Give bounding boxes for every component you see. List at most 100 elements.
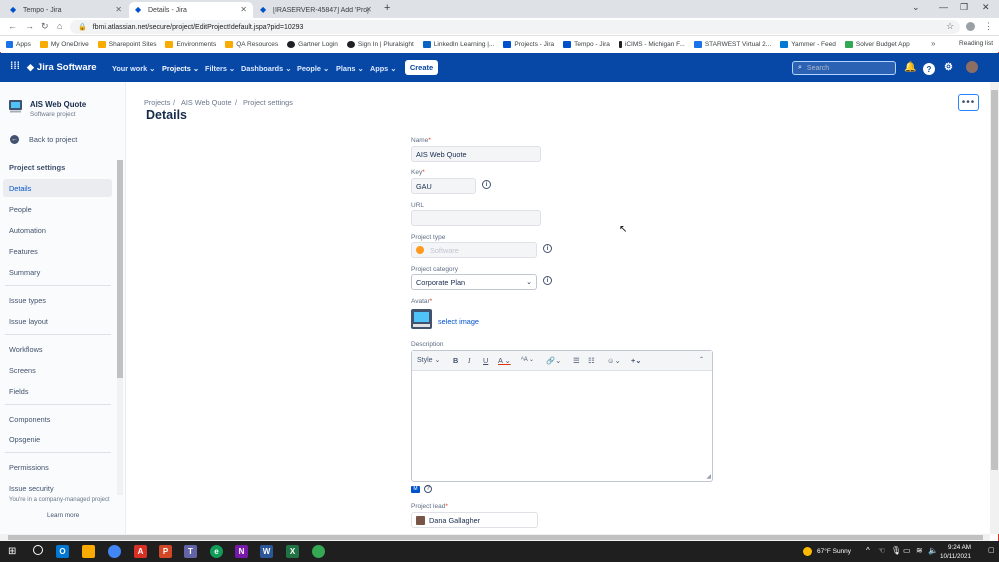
close-tab-icon[interactable]: ✕ — [115, 5, 122, 14]
select-image-link[interactable]: select image — [438, 317, 479, 326]
sidebar-item-screens[interactable]: Screens — [9, 366, 36, 375]
bookmark-item[interactable]: Tempo - Jira — [563, 40, 610, 48]
notification-center-icon[interactable]: ▢ — [988, 546, 995, 554]
sidebar-item-opsgenie[interactable]: Opsgenie — [9, 435, 40, 444]
scrollbar-thumb[interactable] — [8, 535, 983, 540]
restore-icon[interactable]: ❐ — [960, 2, 968, 13]
help-icon[interactable]: ? — [424, 485, 432, 493]
sidebar-item-issue-layout[interactable]: Issue layout — [9, 317, 48, 326]
resize-handle-icon[interactable]: ◢ — [706, 473, 711, 480]
chevron-up-icon[interactable]: ^ — [866, 546, 870, 555]
nav-your-work[interactable]: Your work ⌄ — [112, 64, 155, 73]
notifications-icon[interactable]: 🔔 — [904, 62, 916, 73]
collapse-toolbar-icon[interactable]: ⌃ — [699, 356, 704, 363]
create-button[interactable]: Create — [405, 60, 438, 75]
more-bookmarks-icon[interactable]: » — [931, 39, 935, 48]
back-arrow-icon[interactable]: ← — [8, 21, 17, 31]
bookmark-item[interactable]: Sharepoint Sites — [97, 40, 156, 48]
home-icon[interactable]: ⌂ — [57, 21, 62, 31]
wifi-icon[interactable]: ≋ — [916, 546, 923, 555]
bookmark-item[interactable]: Sign In | Pluralsight — [346, 40, 414, 48]
bullet-list-icon[interactable]: ☰ — [573, 356, 580, 365]
bookmark-item[interactable]: STARWEST Virtual 2... — [693, 40, 771, 48]
underline-icon[interactable]: U — [483, 356, 488, 365]
page-horizontal-scrollbar[interactable] — [0, 534, 990, 541]
tab-jiraserver[interactable]: ◆ [IRASERVER-45847] Add 'Project ✕ — [254, 2, 378, 18]
settings-gear-icon[interactable]: ⚙ — [944, 62, 953, 73]
learn-more-link[interactable]: Learn more — [47, 512, 79, 519]
breadcrumb-settings[interactable]: Project settings — [243, 98, 293, 107]
numbered-list-icon[interactable]: ☷ — [588, 356, 595, 365]
sidebar-item-issue-security[interactable]: Issue security — [9, 484, 54, 493]
app-icon[interactable] — [312, 545, 325, 558]
bookmark-apps[interactable]: Apps — [6, 40, 31, 48]
nav-dashboards[interactable]: Dashboards ⌄ — [241, 64, 291, 73]
sidebar-item-automation[interactable]: Automation — [9, 226, 46, 235]
file-explorer-icon[interactable] — [82, 545, 95, 558]
nav-filters[interactable]: Filters ⌄ — [205, 64, 235, 73]
help-icon[interactable]: ? — [923, 63, 935, 75]
sidebar-scrollbar[interactable] — [117, 160, 123, 495]
excel-icon[interactable]: X — [286, 545, 299, 558]
microphone-icon[interactable]: 🎙 — [891, 546, 901, 555]
sidebar-item-components[interactable]: Components — [9, 415, 50, 424]
nav-apps[interactable]: Apps ⌄ — [370, 64, 396, 73]
bookmark-item[interactable]: iCIMS - Michigan F... — [618, 40, 685, 48]
nav-people[interactable]: People ⌄ — [297, 64, 329, 73]
tab-search-icon[interactable]: ⌄ — [912, 2, 920, 13]
markdown-icon[interactable]: M — [411, 485, 420, 493]
reload-icon[interactable]: ↻ — [41, 21, 49, 32]
new-tab-icon[interactable]: + — [384, 2, 390, 14]
forward-arrow-icon[interactable]: → — [25, 21, 34, 31]
sidebar-item-people[interactable]: People — [9, 205, 32, 214]
bookmark-item[interactable]: Solver Budget App — [844, 40, 910, 48]
nav-plans[interactable]: Plans ⌄ — [336, 64, 364, 73]
emoji-icon[interactable]: ☺⌄ — [607, 356, 621, 365]
bold-icon[interactable]: B — [453, 356, 458, 365]
battery-icon[interactable]: ▭ — [903, 546, 911, 555]
tab-tempo[interactable]: ◆ Tempo - Jira ✕ — [4, 2, 128, 18]
bookmark-item[interactable]: Gartner Login — [287, 40, 338, 48]
scrollbar-thumb[interactable] — [991, 90, 998, 470]
more-formatting-icon[interactable]: ᴬA ⌄ — [521, 356, 534, 363]
name-field[interactable]: AIS Web Quote — [411, 146, 541, 162]
user-avatar[interactable] — [966, 61, 978, 73]
bookmark-item[interactable]: Yammer - Feed — [780, 40, 836, 48]
style-dropdown[interactable]: Style ⌄ — [417, 356, 440, 364]
jira-logo[interactable]: ◆ Jira Software — [27, 62, 97, 73]
project-avatar-image[interactable] — [411, 309, 432, 329]
project-lead-field[interactable]: Dana Gallagher — [411, 512, 538, 528]
touch-icon[interactable]: ☜ — [878, 546, 885, 555]
more-actions-button[interactable]: ••• — [958, 94, 979, 111]
edge-icon[interactable]: e — [210, 545, 223, 558]
outlook-icon[interactable]: O — [56, 545, 69, 558]
url-input[interactable]: 🔒 fbmi.atlassian.net/secure/project/Edit… — [70, 20, 960, 34]
chrome-icon[interactable] — [108, 545, 121, 558]
link-icon[interactable]: 🔗⌄ — [546, 356, 561, 365]
weather-widget[interactable]: 67°F Sunny — [803, 547, 851, 556]
acrobat-icon[interactable]: A — [134, 545, 147, 558]
bookmark-item[interactable]: QA Resources — [225, 40, 278, 48]
scrollbar-thumb[interactable] — [117, 160, 123, 378]
menu-kebab-icon[interactable]: ⋮ — [984, 21, 993, 32]
breadcrumb-projects[interactable]: Projects — [144, 98, 170, 107]
url-field[interactable] — [411, 210, 541, 226]
info-icon[interactable]: i — [482, 180, 491, 189]
search-icon[interactable] — [33, 545, 43, 555]
info-icon[interactable]: i — [543, 244, 552, 253]
sidebar-item-workflows[interactable]: Workflows — [9, 345, 43, 354]
close-tab-icon[interactable]: ✕ — [240, 5, 247, 14]
clock[interactable]: 9:24 AM 10/11/2021 — [940, 543, 971, 561]
volume-icon[interactable]: 🔈 — [928, 546, 938, 555]
minimize-icon[interactable]: — — [939, 2, 948, 12]
page-vertical-scrollbar[interactable] — [990, 82, 999, 534]
profile-icon[interactable] — [966, 22, 975, 31]
description-editor[interactable]: Style ⌄ B I U A ⌄ ᴬA ⌄ 🔗⌄ ☰ ☷ ☺⌄ +⌄ ⌃ ◢ — [411, 350, 713, 482]
insert-plus-icon[interactable]: +⌄ — [631, 356, 641, 365]
powerpoint-icon[interactable]: P — [159, 545, 172, 558]
windows-start-icon[interactable]: ⊞ — [8, 546, 16, 557]
sidebar-item-details[interactable]: Details — [9, 184, 31, 193]
sidebar-item-fields[interactable]: Fields — [9, 387, 28, 396]
tab-details[interactable]: ◆ Details - Jira ✕ — [129, 2, 253, 18]
close-window-icon[interactable]: ✕ — [982, 2, 990, 13]
